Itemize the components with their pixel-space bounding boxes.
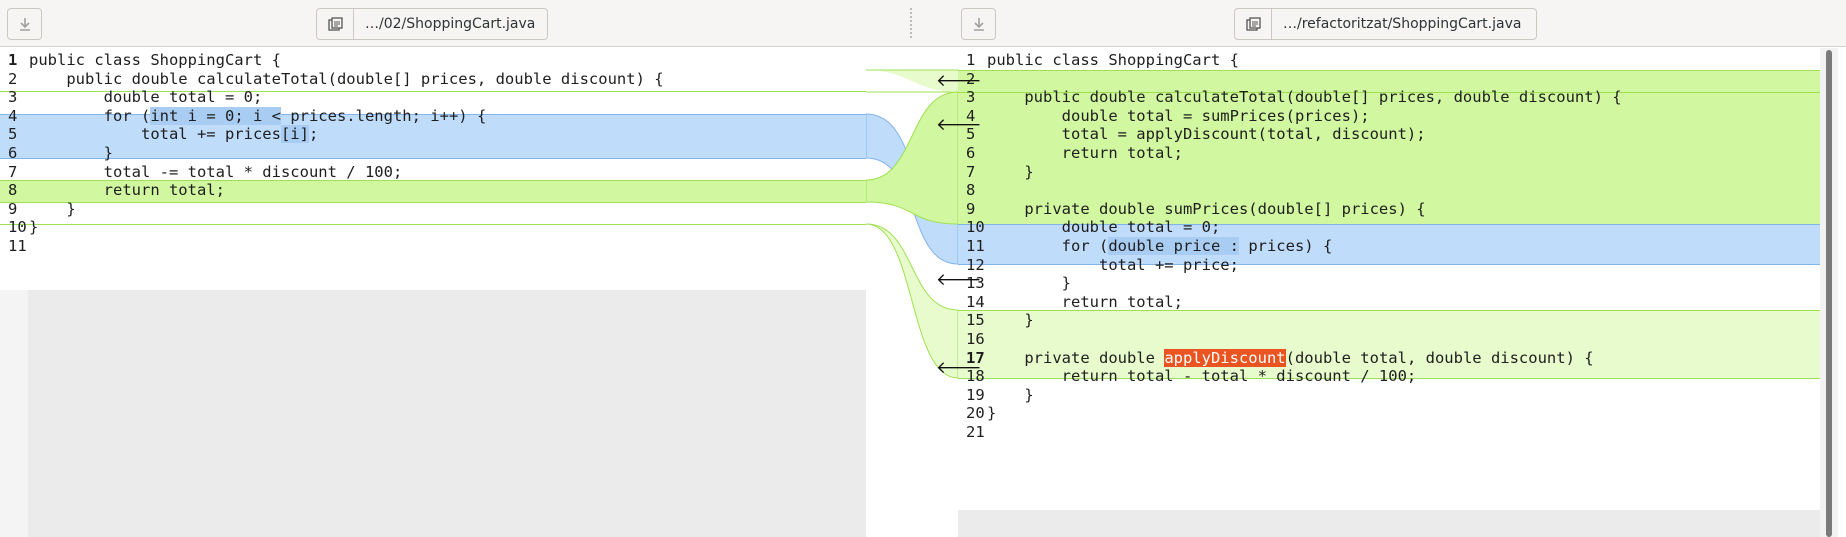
open-file-icon xyxy=(317,9,354,39)
download-arrow-icon xyxy=(974,18,984,31)
inline-highlight: applyDiscount xyxy=(1164,348,1286,367)
right-file-chooser[interactable]: …/refactoritzat/ShoppingCart.java xyxy=(1234,8,1537,40)
save-left-button[interactable] xyxy=(7,8,42,40)
inline-highlight: int i = 0; i < xyxy=(150,106,281,125)
pane-separator xyxy=(910,8,912,40)
diff-toolbar: …/02/ShoppingCart.java …/refactoritzat/S… xyxy=(0,0,1846,47)
download-arrow-icon xyxy=(20,18,30,31)
save-right-button[interactable] xyxy=(961,8,996,40)
arrow-left-icon[interactable]: 🡐 xyxy=(936,269,982,291)
line-number: 11 xyxy=(8,237,27,255)
left-editor-pane[interactable]: 1 public class ShoppingCart {2 public dou… xyxy=(0,48,866,537)
left-gutter-empty xyxy=(0,290,28,537)
inline-highlight: [i] xyxy=(280,125,309,144)
right-editor-pane[interactable]: 1 public class ShoppingCart {2 3 public do… xyxy=(958,48,1820,537)
inline-highlight: double price : xyxy=(1108,237,1239,255)
right-code-line[interactable]: 21 xyxy=(958,421,1820,443)
left-code-line[interactable]: 11 xyxy=(0,235,866,257)
line-number: 21 xyxy=(966,423,985,441)
open-file-icon xyxy=(1235,9,1272,39)
left-file-path: …/02/ShoppingCart.java xyxy=(365,16,536,32)
left-empty-area xyxy=(28,290,866,537)
left-file-chooser[interactable]: …/02/ShoppingCart.java xyxy=(316,8,548,40)
right-scrollbar-thumb[interactable] xyxy=(1826,50,1832,537)
right-file-path: …/refactoritzat/ShoppingCart.java xyxy=(1283,16,1522,32)
arrow-left-icon[interactable]: 🡐 xyxy=(936,70,982,92)
arrow-left-icon[interactable]: 🡐 xyxy=(936,357,982,379)
right-empty-area xyxy=(958,510,1820,537)
arrow-left-icon[interactable]: 🡐 xyxy=(936,114,982,136)
